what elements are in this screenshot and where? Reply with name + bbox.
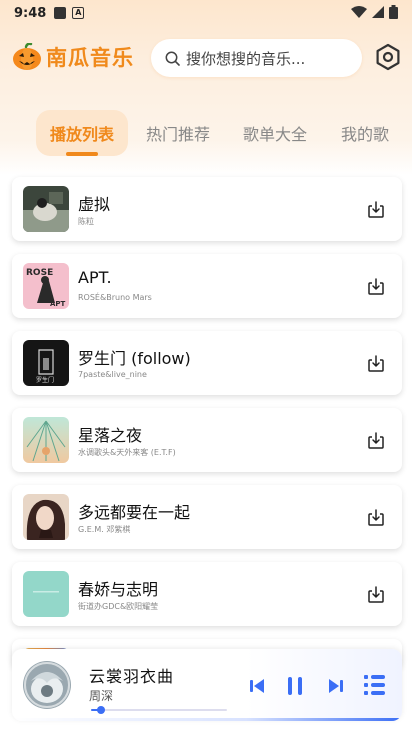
pumpkin-icon — [13, 43, 41, 70]
song-row[interactable]: 多远都要在一起 G.E.M. 邓紫棋 — [12, 485, 402, 549]
album-cover: ROSE APT — [23, 263, 69, 309]
song-title: 虚拟 — [78, 195, 111, 214]
song-row[interactable]: 罗生门 罗生门 (follow) 7paste&live_nine — [12, 331, 402, 395]
song-title: 星落之夜 — [78, 426, 143, 445]
player-accent-bar — [12, 718, 402, 721]
tab-hot-recommend[interactable]: 热门推荐 — [138, 110, 218, 156]
wifi-icon — [351, 6, 367, 18]
download-icon[interactable] — [367, 432, 385, 450]
song-row[interactable]: 虚拟 陈粒 — [12, 177, 402, 241]
mini-player[interactable]: 云裳羽衣曲 周深 — [12, 649, 402, 721]
song-title: 春娇与志明 — [78, 580, 159, 599]
album-cover — [23, 571, 69, 617]
now-playing-cover — [23, 661, 71, 709]
next-icon[interactable] — [328, 675, 344, 697]
cover-text: APT — [50, 300, 66, 308]
battery-icon — [389, 5, 398, 19]
album-cover — [23, 494, 69, 540]
playlist-icon[interactable] — [364, 673, 386, 697]
song-row[interactable]: 春娇与志明 街道办GDC&欧阳耀莹 — [12, 562, 402, 626]
download-icon[interactable] — [367, 278, 385, 296]
status-time: 9:48 — [14, 5, 47, 21]
song-row[interactable]: ROSE APT APT. ROSÉ&Bruno Mars — [12, 254, 402, 318]
album-cover: 罗生门 — [23, 340, 69, 386]
app-logo: 南瓜音乐 — [12, 42, 134, 72]
active-tab-indicator — [66, 152, 98, 156]
app-name: 南瓜音乐 — [46, 46, 134, 70]
song-title: 罗生门 (follow) — [78, 349, 191, 368]
search-icon — [165, 51, 180, 66]
tab-label: 我的歌 — [341, 125, 390, 144]
download-icon[interactable] — [367, 586, 385, 604]
tab-bar: 播放列表 热门推荐 歌单大全 我的歌 — [0, 110, 412, 160]
song-artist: 街道办GDC&欧阳耀莹 — [78, 602, 159, 611]
tab-label: 播放列表 — [49, 125, 114, 144]
song-artist: 陈粒 — [78, 217, 94, 226]
pause-icon[interactable] — [285, 675, 305, 697]
album-cover — [23, 417, 69, 463]
tab-playlist-collection[interactable]: 歌单大全 — [235, 110, 315, 156]
progress-handle[interactable] — [96, 706, 105, 714]
download-icon[interactable] — [367, 355, 385, 373]
now-playing-artist: 周深 — [89, 689, 114, 703]
tab-my-songs[interactable]: 我的歌 — [334, 110, 400, 156]
search-input[interactable]: 搜你想搜的音乐... — [151, 39, 362, 77]
previous-icon[interactable] — [249, 675, 265, 697]
song-artist: G.E.M. 邓紫棋 — [78, 525, 131, 534]
download-icon[interactable] — [367, 201, 385, 219]
album-cover — [23, 186, 69, 232]
cover-text: ROSE — [26, 268, 53, 278]
song-title: APT. — [78, 268, 112, 287]
cellular-signal-icon — [372, 6, 384, 18]
download-icon[interactable] — [367, 509, 385, 527]
search-placeholder: 搜你想搜的音乐... — [186, 49, 306, 68]
app-header: 南瓜音乐 搜你想搜的音乐... — [0, 36, 412, 80]
song-artist: 水调歌头&天外来客 (E.T.F) — [78, 448, 176, 457]
now-playing-title: 云裳羽衣曲 — [89, 667, 175, 686]
song-artist: ROSÉ&Bruno Mars — [78, 293, 152, 302]
tab-label: 歌单大全 — [242, 125, 307, 144]
tab-playlist[interactable]: 播放列表 — [36, 110, 128, 156]
song-row[interactable]: 星落之夜 水调歌头&天外来客 (E.T.F) — [12, 408, 402, 472]
notification-square-icon — [54, 7, 67, 19]
song-artist: 7paste&live_nine — [78, 370, 147, 379]
status-bar: 9:48 A — [0, 0, 412, 26]
settings-hexagon-icon[interactable] — [374, 43, 402, 71]
tab-label: 热门推荐 — [145, 125, 210, 144]
cover-text: 罗生门 — [36, 376, 54, 384]
progress-bar[interactable] — [91, 706, 227, 714]
a-letter-icon: A — [72, 7, 85, 19]
song-title: 多远都要在一起 — [78, 503, 191, 522]
